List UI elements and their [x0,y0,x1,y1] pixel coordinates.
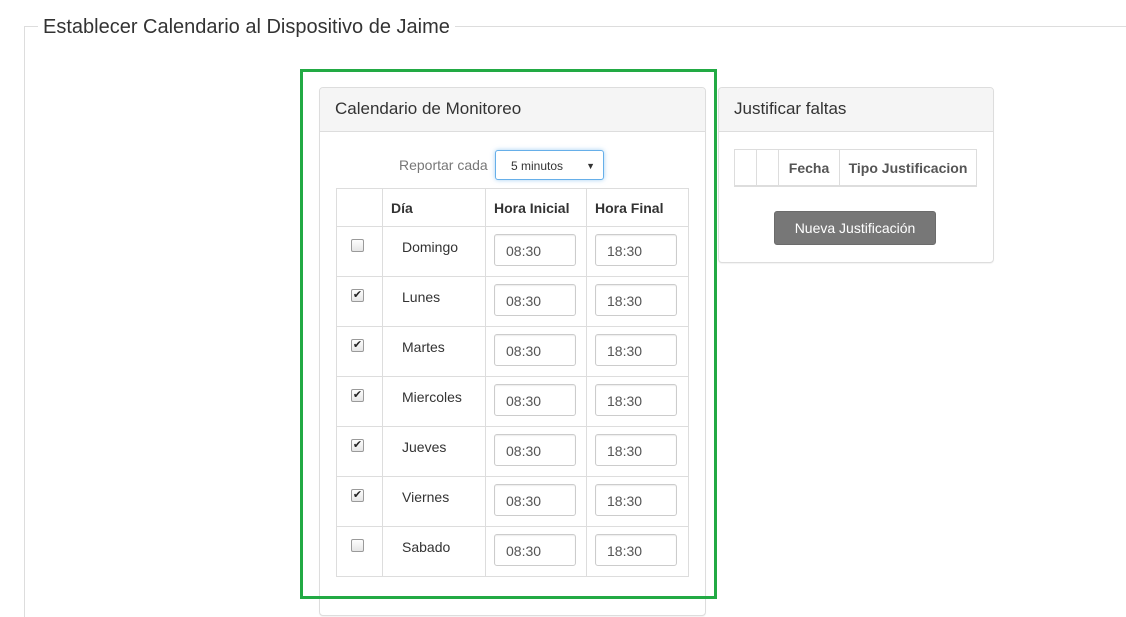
justification-header-row: Fecha Tipo Justificacion [734,149,977,187]
justify-panel-title: Justificar faltas [719,88,993,132]
column-header-blank-1 [734,149,757,187]
page-title: Establecer Calendario al Dispositivo de … [38,14,455,40]
column-header-date: Fecha [778,149,840,187]
justification-table: Fecha Tipo Justificacion [734,149,977,187]
new-justification-button[interactable]: Nueva Justificación [774,211,936,245]
column-header-type: Tipo Justificacion [839,149,977,187]
highlight-box [300,69,717,599]
column-header-blank-2 [756,149,779,187]
fieldset-left-border [24,26,25,617]
